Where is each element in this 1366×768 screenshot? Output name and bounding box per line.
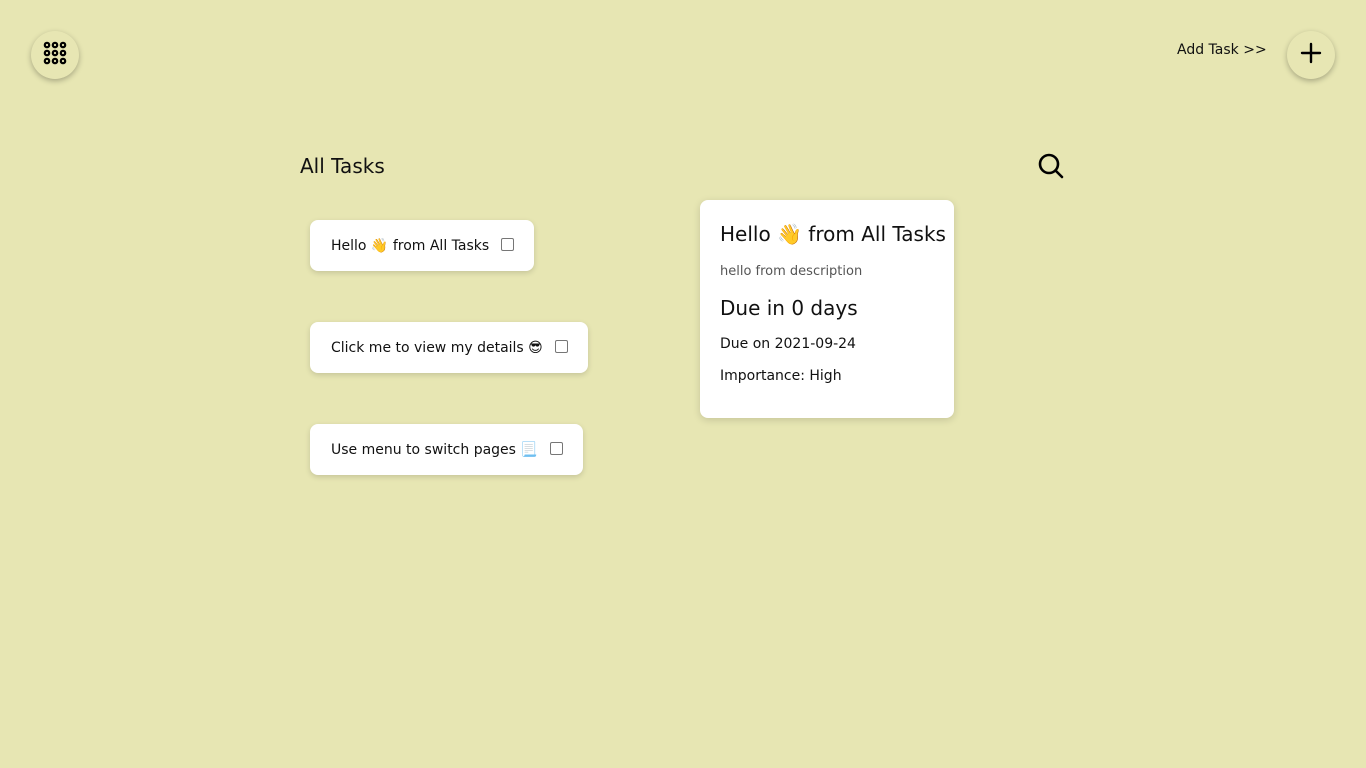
task-checkbox[interactable]: [501, 238, 515, 251]
add-task-button[interactable]: [1287, 31, 1335, 79]
task-checkbox[interactable]: [554, 340, 568, 353]
task-checkbox[interactable]: [549, 442, 563, 455]
detail-title: Hello 👋 from All Tasks: [720, 222, 946, 246]
task-card[interactable]: Click me to view my details 😎: [310, 322, 588, 373]
task-label: Use menu to switch pages 📃: [331, 441, 538, 458]
search-button[interactable]: [1037, 152, 1065, 180]
page-title: All Tasks: [300, 154, 385, 178]
detail-importance: Importance: High: [720, 368, 842, 384]
add-task-link[interactable]: Add Task >>: [1177, 42, 1267, 58]
menu-button[interactable]: [31, 31, 79, 79]
search-icon: [1037, 153, 1065, 184]
grid-icon: [43, 41, 67, 69]
page: Add Task >> All Tasks Hello 👋 from All T…: [0, 0, 1366, 768]
plus-icon: [1299, 41, 1323, 69]
task-card[interactable]: Hello 👋 from All Tasks: [310, 220, 535, 271]
detail-due-in: Due in 0 days: [720, 296, 858, 320]
task-detail-card: Hello 👋 from All Tasks hello from descri…: [700, 200, 954, 418]
task-label: Hello 👋 from All Tasks: [331, 237, 490, 254]
detail-due-on: Due on 2021-09-24: [720, 336, 856, 352]
task-card[interactable]: Use menu to switch pages 📃: [310, 424, 583, 475]
task-label: Click me to view my details 😎: [331, 339, 543, 356]
detail-description: hello from description: [720, 264, 863, 279]
